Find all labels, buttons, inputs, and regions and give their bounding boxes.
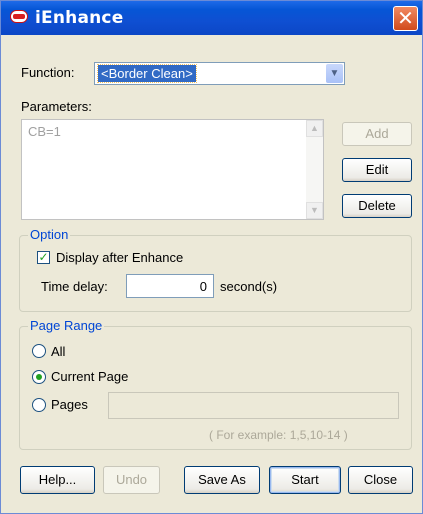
current-page-radio[interactable]	[32, 370, 46, 384]
list-item[interactable]: CB=1	[28, 124, 61, 139]
ienhance-dialog: iEnhance ✕ Function: <Border Clean> ▼ Pa…	[0, 0, 423, 514]
close-icon: ✕	[397, 6, 414, 30]
undo-button[interactable]: Undo	[103, 466, 160, 494]
save-as-button[interactable]: Save As	[184, 466, 260, 494]
window-title: iEnhance	[35, 8, 124, 28]
parameters-list[interactable]: CB=1 ▲ ▼	[21, 119, 324, 220]
time-delay-label: Time delay:	[41, 279, 108, 294]
scroll-down-icon[interactable]: ▼	[306, 202, 323, 219]
parameters-label: Parameters:	[21, 99, 92, 114]
time-delay-unit: second(s)	[220, 279, 278, 294]
title-bar[interactable]: iEnhance ✕	[1, 1, 422, 35]
help-button[interactable]: Help...	[20, 466, 95, 494]
time-delay-input[interactable]: 0	[126, 274, 214, 298]
function-label: Function:	[21, 65, 75, 80]
chevron-down-icon[interactable]: ▼	[326, 64, 343, 83]
radio-selected-dot	[36, 374, 42, 380]
start-button[interactable]: Start	[269, 466, 341, 494]
close-window-button[interactable]: ✕	[393, 6, 418, 31]
current-page-radio-label: Current Page	[51, 369, 129, 384]
display-after-enhance-checkbox[interactable]: ✓	[37, 251, 50, 264]
option-group: Option	[19, 227, 412, 312]
page-range-group-title: Page Range	[28, 318, 105, 333]
time-delay-value: 0	[199, 279, 207, 294]
pages-example-hint: ( For example: 1,5,10-14 )	[209, 428, 348, 442]
display-after-enhance-label: Display after Enhance	[56, 250, 184, 265]
function-selected-value: <Border Clean>	[97, 64, 197, 83]
scroll-up-icon[interactable]: ▲	[306, 120, 323, 137]
parameters-scrollbar[interactable]: ▲ ▼	[306, 120, 323, 219]
delete-button[interactable]: Delete	[342, 194, 412, 218]
close-button[interactable]: Close	[348, 466, 413, 494]
app-icon	[10, 10, 28, 23]
pages-input[interactable]	[108, 392, 399, 419]
all-radio[interactable]	[32, 344, 46, 358]
function-dropdown[interactable]: <Border Clean> ▼	[94, 62, 345, 85]
add-button[interactable]: Add	[342, 122, 412, 146]
pages-radio-label: Pages	[51, 397, 88, 412]
all-radio-label: All	[51, 344, 66, 359]
edit-button[interactable]: Edit	[342, 158, 412, 182]
pages-radio[interactable]	[32, 398, 46, 412]
option-group-title: Option	[28, 227, 71, 242]
